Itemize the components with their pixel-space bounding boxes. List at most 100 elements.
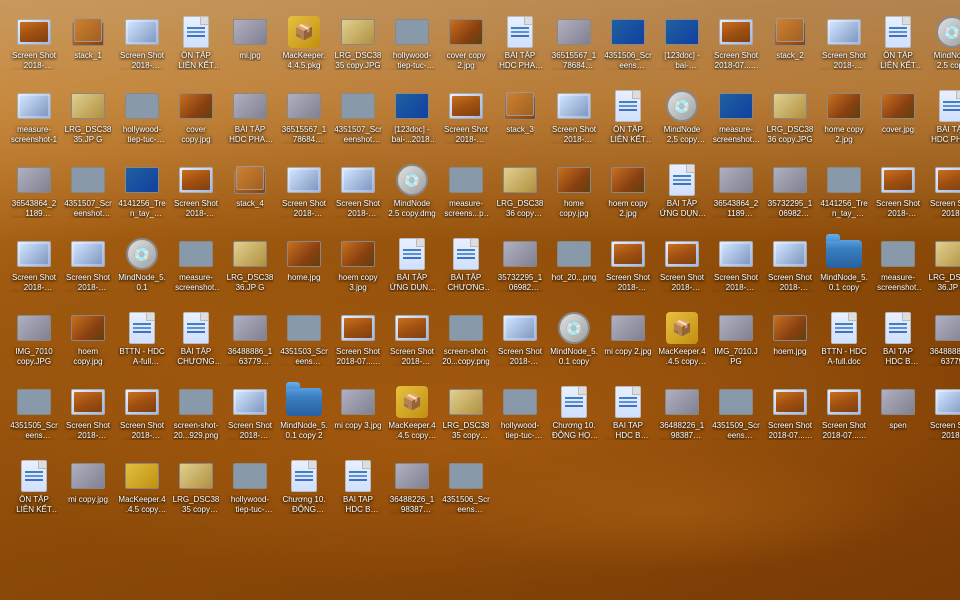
file-item[interactable]: 4141256_Tren_tay_ Samsung...2018-07...co…: [116, 160, 168, 232]
file-item[interactable]: cover copy.jpg: [170, 86, 222, 158]
file-item[interactable]: Screen Shot 2018-07...copy 5: [656, 234, 708, 306]
file-item[interactable]: BTTN - HDC A-full.doc: [818, 308, 870, 380]
file-item[interactable]: 💿MindNode 2.5 copy.dmg: [386, 160, 438, 232]
file-item[interactable]: 📦MacKeeper. 4.4.5.pkg: [278, 12, 330, 84]
file-item[interactable]: hoem copy 2.jpg: [602, 160, 654, 232]
file-item[interactable]: BAI TAP HDC B PHAN 3 copy.doc: [872, 308, 924, 380]
file-item[interactable]: [123doc] - bai-tac...screen...jpg: [656, 12, 708, 84]
file-item[interactable]: measure-screens...py 2.png: [440, 160, 492, 232]
file-item[interactable]: stack_3: [494, 86, 546, 158]
file-item[interactable]: 💿MindNode 2.5 copy 3.dmg: [656, 86, 708, 158]
file-item[interactable]: BÀI TẬP HDC PHAN 2b copy.jpg: [224, 86, 276, 158]
file-item[interactable]: 4351507_Screenshot ot_2018...1547.png: [332, 86, 384, 158]
file-item[interactable]: hoem.jpg: [764, 308, 816, 380]
file-item[interactable]: BÀI TẬP CHƯƠNG CÂU TA...SV.docx: [170, 308, 222, 380]
file-item[interactable]: LRG_DSC3835 copy 2.JPG: [440, 382, 492, 454]
file-item[interactable]: ÔN TẬP LIÊN KẾT HÓA HOC.docx: [602, 86, 654, 158]
file-item[interactable]: hollywood-tiep-tuc-chu...copy.png: [386, 12, 438, 84]
file-item[interactable]: Screen Shot 2018-07...copy 3: [872, 160, 924, 232]
file-item[interactable]: BTTN - HDC A-full copy.doc: [116, 308, 168, 380]
file-item[interactable]: Screen Shot 2018-07...copy 3: [440, 86, 492, 158]
file-item[interactable]: MacKeeper.4.4.5 copy 3.jpg: [116, 456, 168, 528]
file-item[interactable]: measure-screenshot-1.png: [872, 234, 924, 306]
file-item[interactable]: 💿MindNode 2.5 copy 2.dmg: [926, 12, 960, 84]
file-item[interactable]: hoem copy 3.jpg: [332, 234, 384, 306]
file-item[interactable]: [123doc] - bai-...2018-07...M copy: [386, 86, 438, 158]
file-item[interactable]: spen: [872, 382, 924, 454]
file-item[interactable]: home copy 2.jpg: [818, 86, 870, 158]
file-item[interactable]: BÀI TẬP ỨNG DỤNG C...ÀN.docx: [386, 234, 438, 306]
file-item[interactable]: Screen Shot 2018-07...0.20 AM: [332, 160, 384, 232]
file-item[interactable]: 35732295_106982 430317...copy.jpg: [764, 160, 816, 232]
file-item[interactable]: Chương 10. ĐỘNG HỌC copy.docx: [548, 382, 600, 454]
file-item[interactable]: 4351506_Screens hot_20...png: [440, 456, 492, 528]
file-item[interactable]: LRG_DSC3836.JP G: [926, 234, 960, 306]
file-item[interactable]: 📦MacKeeper.4.4.5 copy 2.pkg: [656, 308, 708, 380]
file-item[interactable]: 💿MindNode_5.0.1: [116, 234, 168, 306]
file-item[interactable]: mi copy.jpg: [62, 456, 114, 528]
file-item[interactable]: LRG_DSC3836.JP G: [224, 234, 276, 306]
file-item[interactable]: MindNode_5.0.1 copy: [818, 234, 870, 306]
file-item[interactable]: 📦MacKeeper.4.4.5 copy 3.pkg: [386, 382, 438, 454]
file-item[interactable]: stack_1: [62, 12, 114, 84]
file-item[interactable]: Screen Shot 2018-07...AM copy: [818, 12, 870, 84]
file-item[interactable]: Screen Shot 2018-07...copy 4: [602, 234, 654, 306]
file-item[interactable]: Screen Shot 2018-07...M copy 2: [332, 308, 384, 380]
file-item[interactable]: 36543864_21189 3522172...16_n.jpg: [710, 160, 762, 232]
file-item[interactable]: hollywood-tiep-tuc-chu...ction.png: [116, 86, 168, 158]
file-item[interactable]: Screen Shot 2018-07...0.30 AM: [764, 234, 816, 306]
file-item[interactable]: 💿MindNode_5.0.1 copy: [548, 308, 600, 380]
file-item[interactable]: hollywood-tiep-tuc-chu...py 3.png: [224, 456, 276, 528]
file-item[interactable]: LRG_DSC3836 copy.JPG: [764, 86, 816, 158]
file-item[interactable]: IMG_7010.JPG: [710, 308, 762, 380]
file-item[interactable]: home.jpg: [278, 234, 330, 306]
file-item[interactable]: BÀI TẬP ỨNG DỤNG C...copy.docx: [656, 160, 708, 232]
file-item[interactable]: Screen Shot 2018-07...AM copy: [710, 234, 762, 306]
file-item[interactable]: 36488226_198387 25185...392_n.jpg: [386, 456, 438, 528]
file-item[interactable]: 36488886_163779 292961...copy.jpg: [224, 308, 276, 380]
file-item[interactable]: cover copy 2.jpg: [440, 12, 492, 84]
file-item[interactable]: 4351507_Screenshot ot_2018...1547.png: [62, 160, 114, 232]
file-item[interactable]: Screen Shot 2018-07...AM copy: [278, 160, 330, 232]
file-item[interactable]: 35732295_106982 430317...536_n.jpg: [494, 234, 546, 306]
file-item[interactable]: mi.jpg: [224, 12, 276, 84]
file-item[interactable]: hollywood-tiep-tuc-chu...py 2.png: [494, 382, 546, 454]
file-item[interactable]: Screen Shot 2018-07...AM copy: [926, 382, 960, 454]
file-item[interactable]: Screen Shot 2018-07...M copy 2: [764, 382, 816, 454]
file-item[interactable]: 4351506_Screens hot_5...5.jpg: [602, 12, 654, 84]
file-item[interactable]: screen-shot-20...copy.png: [440, 308, 492, 380]
file-item[interactable]: BÀI TẬP HDC PHAN 2b.doc: [926, 86, 960, 158]
file-item[interactable]: MindNode_5.0.1 copy 2: [278, 382, 330, 454]
file-item[interactable]: Chương 10. ĐỘNG HỌC.docx: [278, 456, 330, 528]
file-item[interactable]: Screen Shot 2018-07...6.36 AM: [548, 86, 600, 158]
file-item[interactable]: Screen Shot 2018-07...M copy 2: [818, 382, 870, 454]
file-item[interactable]: IMG_7010 copy.JPG: [8, 308, 60, 380]
file-item[interactable]: home copy.jpg: [548, 160, 600, 232]
file-item[interactable]: 36488886_163779 292961...88_n.jpg: [926, 308, 960, 380]
file-item[interactable]: measure-screenshot-1.png: [170, 234, 222, 306]
file-item[interactable]: 4141256_Tren_tay_ Samsung shot-20...py 2…: [818, 160, 870, 232]
file-item[interactable]: LRG_DSC3835.JP G: [62, 86, 114, 158]
file-item[interactable]: screen-shot-20...929.png: [170, 382, 222, 454]
file-item[interactable]: stack_2: [764, 12, 816, 84]
file-item[interactable]: 4351505_Screens hot_20...png: [8, 382, 60, 454]
file-item[interactable]: Screen Shot 2018-07-...copy 3: [8, 12, 60, 84]
file-item[interactable]: 36515567_178684 430806__20_n.jpg: [278, 86, 330, 158]
file-item[interactable]: cover.jpg: [872, 86, 924, 158]
file-item[interactable]: 4351509_Screens hot_20...png: [710, 382, 762, 454]
file-item[interactable]: Screen Shot 2018-07...copy 4: [926, 160, 960, 232]
file-item[interactable]: Screen Shot 2018-07...AM copy: [62, 234, 114, 306]
file-item[interactable]: Screen Shot 2018-07...6.38 AM: [8, 234, 60, 306]
file-item[interactable]: ÔN TẬP LIÊN KẾT HÓA HO...y 3.docx: [170, 12, 222, 84]
file-item[interactable]: LRG_DSC3836 copy 3.JPG: [494, 160, 546, 232]
file-item[interactable]: BAI TAP HDC B PHAN 3.doc: [602, 382, 654, 454]
file-item[interactable]: Screen Shot 2018-07...AM copy: [494, 308, 546, 380]
file-item[interactable]: BÀI TẬP HDC PHAN 1b...pan.doc: [494, 12, 546, 84]
file-item[interactable]: Screen Shot 2018-07...copy 3: [62, 382, 114, 454]
file-item[interactable]: Screen Shot 2018-07...copy 5: [116, 382, 168, 454]
file-item[interactable]: 36543864_21189 3522172...copy.jpg: [8, 160, 60, 232]
file-item[interactable]: BAI TAP HDC B PHAN 1b...copy.doc: [332, 456, 384, 528]
file-item[interactable]: 36515567_178684 430806...copy.jpg: [548, 12, 600, 84]
file-item[interactable]: ÔN TẬP LIÊN KẾT HÓA HO...c: [872, 12, 924, 84]
file-item[interactable]: Screen Shot 2018-07...0.37 AM: [224, 382, 276, 454]
